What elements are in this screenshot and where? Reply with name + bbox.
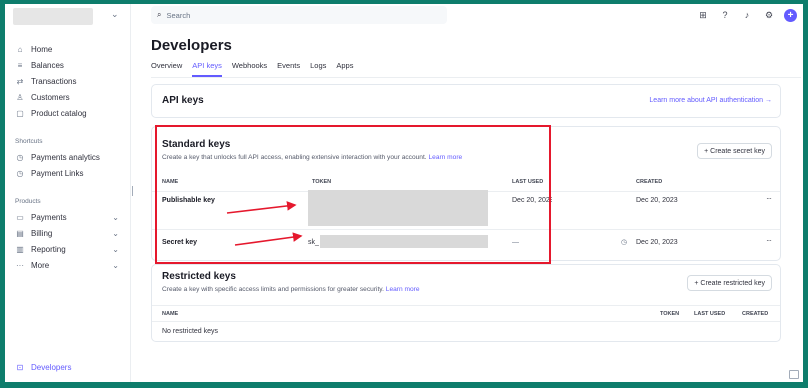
app-window: ⌄ ⌂ Home ≡ Balances ⇄ Transactions ♙ Cus… [5, 4, 803, 382]
sidebar-item-billing[interactable]: ▤ Billing ⌄ [15, 226, 125, 240]
tab-bar: Overview API keys Webhooks Events Logs A… [151, 61, 353, 77]
api-keys-card: API keys Learn more about API authentica… [151, 84, 781, 118]
description-text: Create a key with specific access limits… [162, 286, 384, 293]
customers-icon: ♙ [16, 92, 24, 102]
tabs-divider [151, 77, 801, 78]
sidebar-resize-handle[interactable] [132, 186, 133, 196]
chevron-down-icon: ⌄ [112, 228, 119, 238]
account-switcher[interactable] [13, 8, 93, 25]
api-keys-title: API keys [162, 95, 204, 106]
row-menu-icon[interactable]: ··· [766, 194, 772, 203]
column-created: CREATED [636, 179, 663, 185]
clock-icon: ◷ [16, 152, 24, 162]
api-auth-link[interactable]: Learn more about API authentication → [649, 97, 772, 104]
more-icon: ··· [16, 260, 24, 270]
column-token: TOKEN [660, 311, 680, 317]
apps-icon[interactable]: ⊞ [696, 8, 710, 22]
column-created: CREATED [742, 311, 769, 317]
tab-events[interactable]: Events [277, 61, 300, 77]
sidebar-item-label: Transactions [31, 76, 77, 86]
publishable-created: Dec 20, 2023 [636, 197, 678, 204]
sidebar-item-label: Product catalog [31, 108, 87, 118]
sidebar-item-label: Balances [31, 60, 64, 70]
bell-icon[interactable]: ♪ [740, 8, 754, 22]
billing-icon: ▤ [16, 228, 24, 238]
create-secret-key-button[interactable]: + Create secret key [697, 143, 772, 159]
sidebar-item-balances[interactable]: ≡ Balances [15, 58, 125, 72]
restricted-keys-card: Restricted keys Create a key with specif… [151, 264, 781, 342]
learn-more-link[interactable]: Learn more [386, 286, 420, 293]
annotation-highlight-box [155, 125, 551, 264]
search-bar[interactable]: ⌕ Search [151, 6, 447, 24]
home-icon: ⌂ [17, 44, 23, 54]
column-name: NAME [162, 311, 179, 317]
sidebar-item-payments-analytics[interactable]: ◷ Payments analytics [15, 150, 125, 164]
chevron-down-icon: ⌄ [112, 212, 119, 222]
tab-api-keys[interactable]: API keys [192, 61, 222, 77]
row-menu-icon[interactable]: ··· [766, 236, 772, 245]
sidebar-item-label: Payments [31, 212, 67, 222]
chevron-down-icon: ⌄ [112, 260, 119, 270]
page-title: Developers [151, 37, 232, 54]
sidebar-item-label: Home [31, 44, 53, 54]
divider [152, 305, 780, 306]
create-restricted-key-button[interactable]: + Create restricted key [687, 275, 772, 291]
sidebar-item-developers[interactable]: ⊡ Developers [15, 360, 125, 374]
sidebar-item-product-catalog[interactable]: ▢ Product catalog [15, 106, 125, 120]
sidebar-item-payments[interactable]: ▭ Payments ⌄ [15, 210, 125, 224]
feedback-icon[interactable] [789, 370, 799, 379]
divider [152, 321, 780, 322]
tab-overview[interactable]: Overview [151, 61, 182, 77]
sidebar: ⌄ ⌂ Home ≡ Balances ⇄ Transactions ♙ Cus… [5, 4, 131, 382]
sidebar-item-label: More [31, 260, 50, 270]
tab-apps[interactable]: Apps [336, 61, 353, 77]
sidebar-item-label: Developers [31, 362, 72, 372]
sidebar-item-label: Billing [31, 228, 53, 238]
tab-webhooks[interactable]: Webhooks [232, 61, 267, 77]
tab-logs[interactable]: Logs [310, 61, 326, 77]
sidebar-item-label: Customers [31, 92, 70, 102]
terminal-icon: ⊡ [16, 362, 24, 372]
clock-icon: ◷ [621, 239, 628, 246]
sidebar-item-reporting[interactable]: ▥ Reporting ⌄ [15, 242, 125, 256]
products-heading: Products [15, 198, 41, 205]
empty-state-text: No restricted keys [162, 328, 219, 335]
gear-icon[interactable]: ⚙ [762, 8, 776, 22]
sidebar-item-label: Payment Links [31, 168, 84, 178]
search-icon: ⌕ [157, 10, 162, 19]
transactions-icon: ⇄ [16, 76, 24, 86]
clock-icon: ◷ [16, 168, 24, 178]
top-toolbar: ⊞ ? ♪ ⚙ + [696, 8, 797, 22]
help-icon[interactable]: ? [718, 8, 732, 22]
payments-icon: ▭ [16, 212, 24, 222]
secret-created: Dec 20, 2023 [636, 239, 678, 246]
balances-icon: ≡ [17, 60, 23, 70]
search-placeholder: Search [166, 10, 191, 20]
column-last-used: LAST USED [694, 311, 726, 317]
reporting-icon: ▥ [16, 244, 24, 254]
restricted-keys-title: Restricted keys [162, 271, 236, 282]
sidebar-item-payment-links[interactable]: ◷ Payment Links [15, 166, 125, 180]
sidebar-item-more[interactable]: ··· More ⌄ [15, 258, 125, 272]
chevron-down-icon: ⌄ [112, 244, 119, 254]
sidebar-item-label: Reporting [31, 244, 66, 254]
sidebar-item-transactions[interactable]: ⇄ Transactions [15, 74, 125, 88]
sidebar-item-home[interactable]: ⌂ Home [15, 42, 125, 56]
shortcuts-heading: Shortcuts [15, 138, 43, 145]
chevron-down-icon[interactable]: ⌄ [111, 9, 119, 20]
plus-icon[interactable]: + [784, 8, 797, 22]
catalog-icon: ▢ [16, 108, 24, 118]
restricted-keys-description: Create a key with specific access limits… [162, 286, 420, 293]
sidebar-item-customers[interactable]: ♙ Customers [15, 90, 125, 104]
sidebar-item-label: Payments analytics [31, 152, 100, 162]
